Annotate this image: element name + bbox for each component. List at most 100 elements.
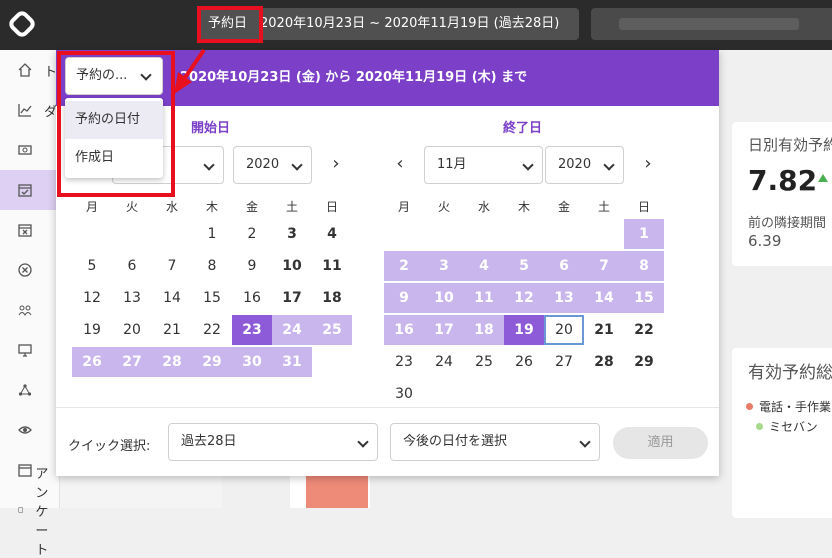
end-prev-month-icon[interactable]: ‹: [390, 153, 410, 174]
calendar-day-today[interactable]: 20: [544, 315, 584, 345]
calendar-day[interactable]: 13: [112, 283, 152, 313]
calendar-day[interactable]: 25: [464, 347, 504, 377]
calendar-day-in-range[interactable]: 8: [624, 251, 664, 281]
annotation-box: [197, 6, 263, 43]
calendar-day-in-range[interactable]: 28: [152, 347, 192, 377]
calendar-day[interactable]: 19: [72, 315, 112, 345]
calendar-day[interactable]: 18: [312, 283, 352, 313]
legend-label: ミセバン: [769, 420, 818, 434]
sidebar-item-no-show[interactable]: [0, 250, 60, 290]
calendar-day[interactable]: 16: [232, 283, 272, 313]
calendar-day-in-range[interactable]: 24: [272, 315, 312, 345]
calendar-day-in-range[interactable]: 9: [384, 283, 424, 313]
calendar-day[interactable]: 29: [624, 347, 664, 377]
calendar-day[interactable]: 12: [72, 283, 112, 313]
calendar-day[interactable]: 15: [192, 283, 232, 313]
end-year-select[interactable]: 2020: [545, 146, 624, 184]
calendar-day[interactable]: 8: [192, 251, 232, 281]
sidebar-item-dashboard[interactable]: ダ: [0, 90, 60, 130]
calendar-day-in-range[interactable]: 15: [624, 283, 664, 313]
weekday-label: 土: [597, 200, 610, 214]
calendar-day[interactable]: 30: [384, 379, 424, 409]
quick-select-label: クイック選択:: [68, 439, 151, 454]
calendar-day-in-range[interactable]: 30: [232, 347, 272, 377]
sidebar-item-cancellations[interactable]: [0, 210, 60, 250]
end-month-value: 11月: [437, 157, 467, 172]
calendar-day[interactable]: 21: [584, 315, 624, 345]
calendar-day[interactable]: 28: [584, 347, 624, 377]
sidebar-item-views[interactable]: [0, 410, 60, 450]
sidebar-item-reservations[interactable]: [0, 170, 60, 210]
calendar-day[interactable]: 11: [312, 251, 352, 281]
calendar-day-in-range[interactable]: 25: [312, 315, 352, 345]
calendar-day-in-range[interactable]: 18: [464, 315, 504, 345]
calendar-day[interactable]: 2: [232, 219, 272, 249]
calendar-day[interactable]: 6: [112, 251, 152, 281]
calendar-day-selected-end[interactable]: 19: [504, 315, 544, 345]
calendar-day-in-range[interactable]: 1: [624, 219, 664, 249]
calendar-day[interactable]: 14: [152, 283, 192, 313]
start-next-month-icon[interactable]: ›: [326, 153, 346, 174]
legend-dot-icon: [746, 403, 753, 410]
apply-button[interactable]: 適用: [613, 427, 708, 459]
calendar-day-in-range[interactable]: 17: [424, 315, 464, 345]
calendar-day[interactable]: 3: [272, 219, 312, 249]
weekday-label: 金: [245, 200, 258, 214]
end-month-select[interactable]: 11月: [424, 146, 543, 184]
calendar-day[interactable]: 27: [544, 347, 584, 377]
sidebar-item-survey[interactable]: アンケート: [0, 467, 60, 558]
calendar-day-in-range[interactable]: 27: [112, 347, 152, 377]
end-next-month-icon[interactable]: ›: [638, 153, 658, 174]
weekday-label: 木: [205, 200, 218, 214]
sidebar-item-money[interactable]: [0, 130, 60, 170]
sidebar-item-channels[interactable]: [0, 370, 60, 410]
quick-select-dropdown[interactable]: 過去28日: [168, 423, 378, 461]
start-calendar-title: 開始日: [191, 121, 231, 136]
chevron-down-icon: [203, 159, 215, 171]
weekday-label: 月: [85, 200, 98, 214]
calendar-day[interactable]: 17: [272, 283, 312, 313]
weekday-label: 水: [477, 200, 490, 214]
end-year-value: 2020: [558, 157, 592, 172]
search-input[interactable]: [591, 8, 832, 40]
calendar-day-in-range[interactable]: 12: [504, 283, 544, 313]
calendar-day-in-range[interactable]: 5: [504, 251, 544, 281]
calendar-day-in-range[interactable]: 3: [424, 251, 464, 281]
calendar-day-in-range[interactable]: 2: [384, 251, 424, 281]
calendar-day[interactable]: 20: [112, 315, 152, 345]
app-logo-icon[interactable]: [8, 10, 36, 38]
calendar-day-in-range[interactable]: 7: [584, 251, 624, 281]
calendar-day[interactable]: 4: [312, 219, 352, 249]
calendar-day-in-range[interactable]: 29: [192, 347, 232, 377]
calendar-day-selected-start[interactable]: 23: [232, 315, 272, 345]
calendar-day[interactable]: 26: [504, 347, 544, 377]
calendar-day[interactable]: 21: [152, 315, 192, 345]
calendar-day[interactable]: 22: [192, 315, 232, 345]
calendar-day[interactable]: 9: [232, 251, 272, 281]
calendar-day[interactable]: 24: [424, 347, 464, 377]
calendar-day[interactable]: 1: [192, 219, 232, 249]
weekday-label: 水: [165, 200, 178, 214]
calendar-day-in-range[interactable]: 4: [464, 251, 504, 281]
calendar-day-in-range[interactable]: 14: [584, 283, 624, 313]
calendar-day-in-range[interactable]: 31: [272, 347, 312, 377]
calendar-day[interactable]: 10: [272, 251, 312, 281]
calendar-day[interactable]: 7: [152, 251, 192, 281]
calendar-day[interactable]: 5: [72, 251, 112, 281]
money-icon: [18, 145, 32, 155]
calendar-day[interactable]: 22: [624, 315, 664, 345]
calendar-day-in-range[interactable]: 11: [464, 283, 504, 313]
valid-reservations-total-card: 有効予約総 電話・手作業 ミセバン: [732, 348, 832, 518]
survey-icon: [18, 507, 23, 513]
calendar-day-in-range[interactable]: 6: [544, 251, 584, 281]
sidebar-item-web[interactable]: [0, 330, 60, 370]
sidebar-item-home[interactable]: ト: [0, 50, 60, 90]
sidebar-item-customers[interactable]: [0, 290, 60, 330]
calendar-day-in-range[interactable]: 13: [544, 283, 584, 313]
calendar-day[interactable]: 23: [384, 347, 424, 377]
future-date-dropdown[interactable]: 今後の日付を選択: [390, 423, 600, 461]
start-year-select[interactable]: 2020: [233, 146, 312, 184]
calendar-day-in-range[interactable]: 10: [424, 283, 464, 313]
calendar-day-in-range[interactable]: 26: [72, 347, 112, 377]
calendar-day-in-range[interactable]: 16: [384, 315, 424, 345]
